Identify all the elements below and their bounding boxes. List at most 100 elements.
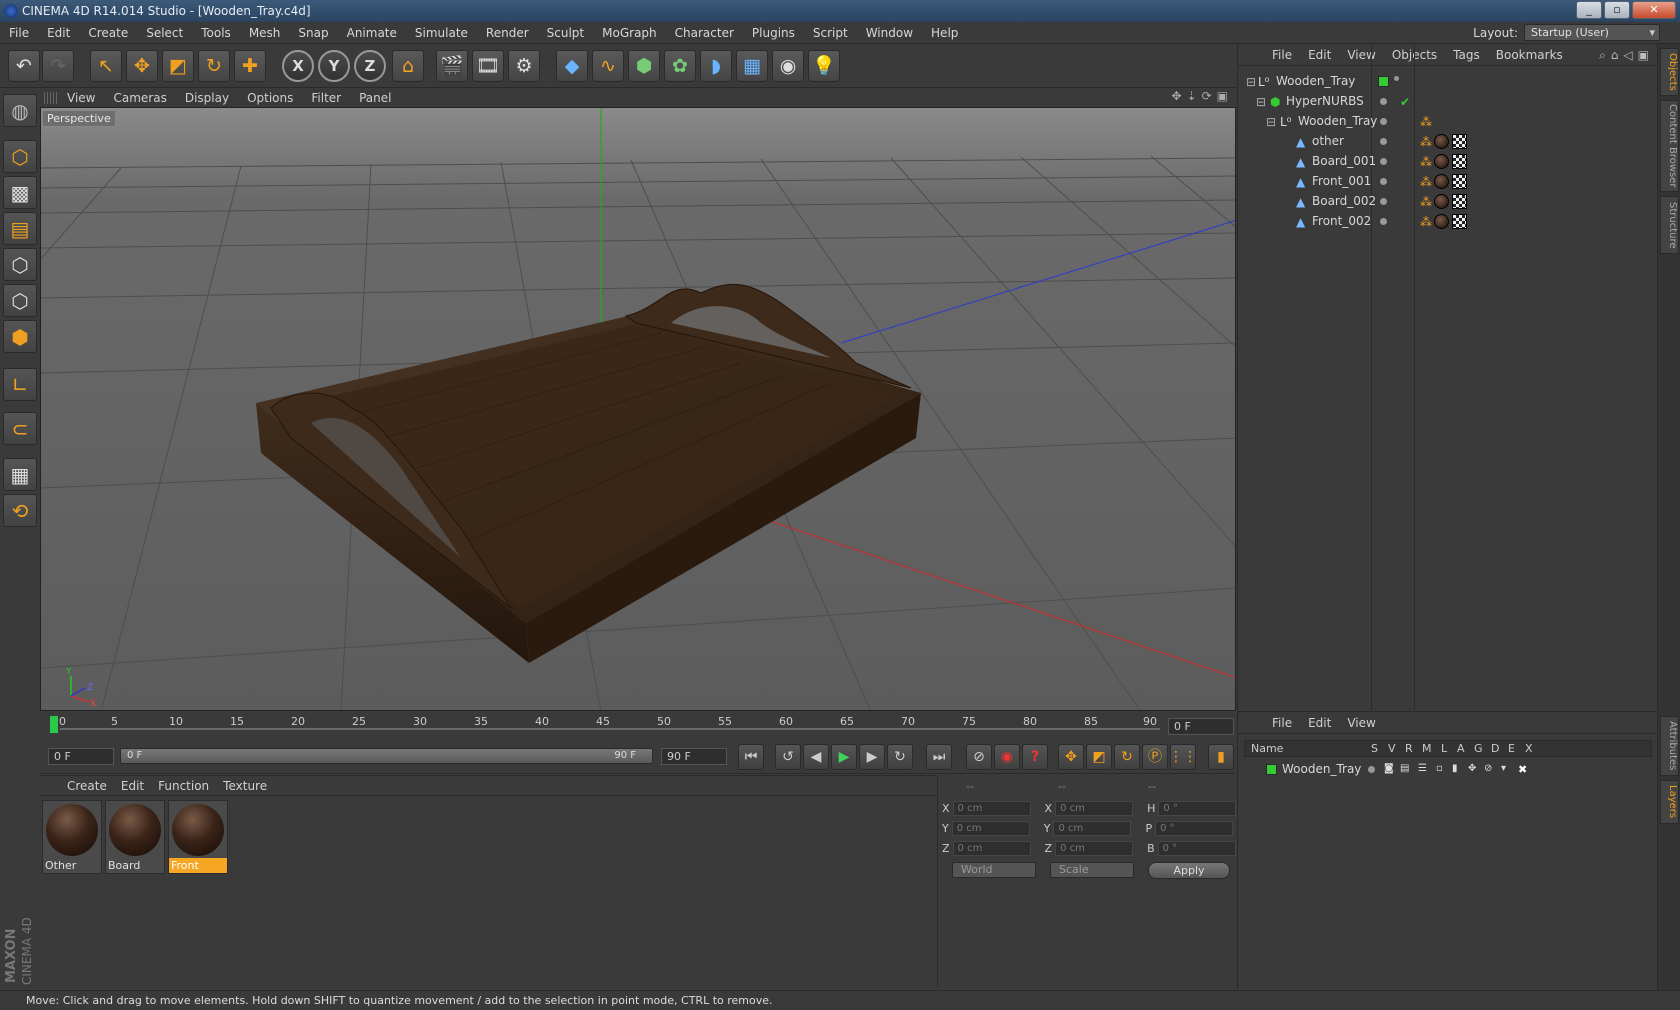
uvw-tag-icon[interactable] xyxy=(1452,174,1467,189)
deformer-icon[interactable]: ◗ xyxy=(700,50,732,82)
material-swatch-other[interactable]: Other xyxy=(42,800,102,874)
view-toggle-icon[interactable]: ◙ xyxy=(1384,764,1394,774)
points-mode-icon[interactable]: ⬡ xyxy=(3,248,37,281)
viewport-menu-filter[interactable]: Filter xyxy=(302,91,350,105)
home-icon[interactable]: ⌂ xyxy=(1611,48,1619,63)
minimize-button[interactable]: _ xyxy=(1576,1,1602,19)
key-scale-icon[interactable]: ◩ xyxy=(1086,744,1112,770)
menu-render[interactable]: Render xyxy=(477,22,538,44)
collapse-toggle-icon[interactable]: ⊟ xyxy=(1246,76,1256,88)
add-object-icon[interactable]: ✚ xyxy=(234,50,266,82)
close-button[interactable]: ✕ xyxy=(1632,1,1676,19)
collapse-toggle-icon[interactable]: ⊟ xyxy=(1256,96,1266,108)
viewport-menu-panel[interactable]: Panel xyxy=(350,91,400,105)
object-row[interactable]: ▲ Front_002 ⁂ xyxy=(1238,212,1658,232)
light-bulb-icon[interactable]: 💡 xyxy=(808,50,840,82)
rot-p-field[interactable]: 0 ° xyxy=(1155,821,1234,836)
menu-create[interactable]: Create xyxy=(79,22,137,44)
search-icon[interactable]: ⌕ xyxy=(1599,48,1606,63)
col-animation[interactable]: A xyxy=(1457,741,1465,756)
tab-content-browser[interactable]: Content Browser xyxy=(1660,100,1679,192)
menu-snap[interactable]: Snap xyxy=(289,22,337,44)
scene-floor-icon[interactable]: ▦ xyxy=(736,50,768,82)
play-icon[interactable]: ▶ xyxy=(831,744,857,770)
nurbs-generator-icon[interactable]: ⬢ xyxy=(628,50,660,82)
go-to-end-icon[interactable]: ⏭ xyxy=(926,744,952,770)
render-picture-viewer-icon[interactable]: 🎞 xyxy=(472,50,504,82)
key-rotation-icon[interactable]: ↻ xyxy=(1114,744,1140,770)
workplane-lock-icon[interactable]: ▦ xyxy=(3,458,37,491)
camera-icon[interactable]: ◉ xyxy=(772,50,804,82)
object-row[interactable]: ▲ Board_001 ⁂ xyxy=(1238,152,1658,172)
next-keyframe-icon[interactable]: ↻ xyxy=(887,744,913,770)
object-menu-view[interactable]: View xyxy=(1339,48,1383,62)
col-deformers[interactable]: D xyxy=(1491,741,1499,756)
panel-grip-icon[interactable] xyxy=(44,91,58,104)
solo-toggle[interactable] xyxy=(1368,766,1375,773)
spline-pen-icon[interactable]: ∿ xyxy=(592,50,624,82)
editor-visibility-dot[interactable] xyxy=(1380,98,1387,105)
material-menu-texture[interactable]: Texture xyxy=(216,779,274,793)
go-to-start-icon[interactable]: ⏮ xyxy=(738,744,764,770)
animation-toggle-icon[interactable]: ▮ xyxy=(1452,764,1458,774)
texture-mode-icon[interactable]: ▩ xyxy=(3,176,37,209)
live-selection-icon[interactable]: ↖ xyxy=(90,50,122,82)
3d-viewport[interactable]: Y Z X xyxy=(40,107,1236,711)
layer-menu-file[interactable]: File xyxy=(1264,716,1300,730)
tab-layers[interactable]: Layers xyxy=(1660,780,1679,824)
editor-visibility-dot[interactable] xyxy=(1380,158,1387,165)
frame-range-slider[interactable]: 0 F 90 F xyxy=(120,748,653,764)
end-frame-field[interactable]: 90 F xyxy=(661,748,727,765)
phong-tag-icon[interactable]: ⁂ xyxy=(1420,196,1432,208)
object-row[interactable]: ▲ Board_002 ⁂ xyxy=(1238,192,1658,212)
expression-toggle-icon[interactable]: ▾ xyxy=(1501,764,1506,774)
key-parameter-icon[interactable]: Ⓟ xyxy=(1142,744,1168,770)
object-row[interactable]: ▲ Front_001 ⁂ xyxy=(1238,172,1658,192)
viewport-menu-options[interactable]: Options xyxy=(238,91,302,105)
polygons-mode-icon[interactable]: ⬢ xyxy=(3,320,37,353)
apply-button[interactable]: Apply xyxy=(1148,862,1230,879)
tab-objects[interactable]: Objects xyxy=(1660,48,1679,96)
phong-tag-icon[interactable]: ⁂ xyxy=(1420,116,1432,128)
col-xref[interactable]: X xyxy=(1525,741,1533,756)
manager-toggle-icon[interactable]: ☰ xyxy=(1418,764,1427,774)
workplane-mode-icon[interactable]: ▤ xyxy=(3,212,37,245)
menu-help[interactable]: Help xyxy=(922,22,967,44)
object-row[interactable]: ⊟ L⁰ Wooden_Tray ⁂ xyxy=(1238,112,1658,132)
viewport-menu-cameras[interactable]: Cameras xyxy=(104,91,175,105)
xref-toggle-icon[interactable]: ✖ xyxy=(1518,764,1527,775)
enabled-check-icon[interactable]: ✔ xyxy=(1400,96,1410,108)
editor-visibility-dot[interactable] xyxy=(1380,198,1387,205)
menu-file[interactable]: File xyxy=(0,22,38,44)
col-generators[interactable]: G xyxy=(1474,741,1483,756)
render-settings-icon[interactable]: ⚙ xyxy=(508,50,540,82)
material-menu-create[interactable]: Create xyxy=(60,779,114,793)
undo-icon[interactable]: ↶ xyxy=(8,50,40,82)
y-axis-lock-icon[interactable]: Y xyxy=(318,50,350,82)
menu-mograph[interactable]: MoGraph xyxy=(593,22,666,44)
object-menu-file[interactable]: File xyxy=(1264,48,1300,62)
layer-menu-edit[interactable]: Edit xyxy=(1300,716,1339,730)
timeline-window-icon[interactable]: ▮ xyxy=(1208,744,1234,770)
coord-mode-dropdown[interactable]: Scale xyxy=(1050,862,1134,878)
keyframe-selection-icon[interactable]: ⊘ xyxy=(966,744,992,770)
menu-character[interactable]: Character xyxy=(666,22,743,44)
axis-mode-icon[interactable]: ∟ xyxy=(3,368,37,401)
object-row[interactable]: ⊟ L⁰ Wooden_Tray xyxy=(1238,72,1658,92)
menu-script[interactable]: Script xyxy=(804,22,857,44)
editor-visibility-dot[interactable] xyxy=(1380,218,1387,225)
collapse-toggle-icon[interactable]: ⊟ xyxy=(1266,116,1276,128)
pos-y-field[interactable]: 0 cm xyxy=(951,821,1030,836)
menu-sculpt[interactable]: Sculpt xyxy=(538,22,593,44)
make-editable-icon[interactable]: ◍ xyxy=(3,94,37,127)
render-view-icon[interactable]: 🎬 xyxy=(436,50,468,82)
material-menu-function[interactable]: Function xyxy=(151,779,216,793)
current-frame-field[interactable]: 0 F xyxy=(1168,718,1234,735)
menu-select[interactable]: Select xyxy=(137,22,192,44)
start-frame-field[interactable]: 0 F xyxy=(48,748,114,765)
render-toggle-icon[interactable]: ▤ xyxy=(1400,764,1409,774)
uvw-tag-icon[interactable] xyxy=(1452,134,1467,149)
col-solo[interactable]: S xyxy=(1371,741,1378,756)
object-menu-edit[interactable]: Edit xyxy=(1300,48,1339,62)
x-axis-lock-icon[interactable]: X xyxy=(282,50,314,82)
